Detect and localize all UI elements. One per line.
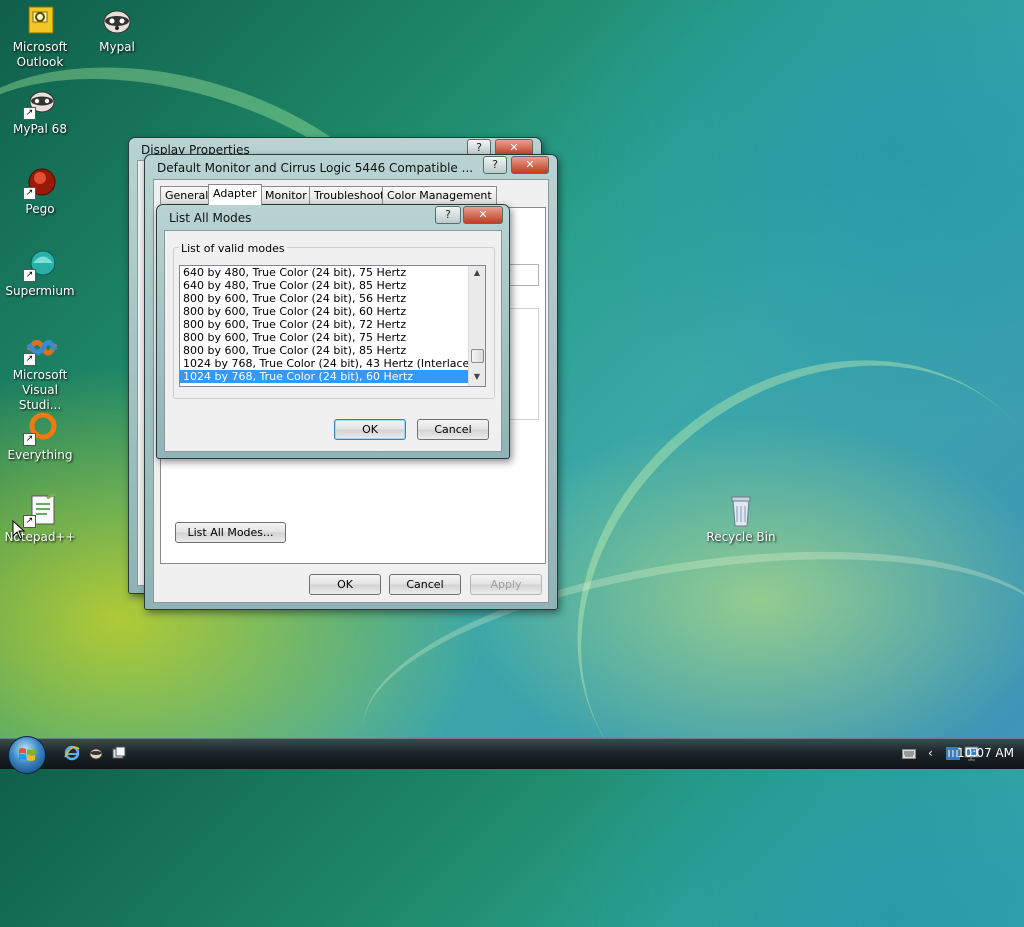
windows-logo-icon — [19, 748, 35, 761]
cancel-button[interactable]: Cancel — [417, 419, 489, 440]
cancel-button[interactable]: Cancel — [389, 574, 461, 595]
desktop-icon-microsoft-outlook[interactable]: Microsoft Outlook — [0, 4, 80, 70]
desktop-icon-mypal[interactable]: Mypal — [77, 4, 157, 55]
desktop-icon-pego[interactable]: ↗ Pego — [0, 166, 80, 217]
list-item[interactable]: 800 by 600, True Color (24 bit), 72 Hert… — [180, 318, 485, 331]
help-button[interactable]: ? — [483, 156, 507, 174]
switch-windows-icon[interactable] — [111, 745, 127, 761]
list-item[interactable]: 800 by 600, True Color (24 bit), 60 Hert… — [180, 305, 485, 318]
show-hidden-chevron-icon[interactable]: ‹ — [928, 746, 933, 760]
tab-color-management[interactable]: Color Management — [382, 186, 497, 204]
desktop-icon-supermium[interactable]: ↗ Supermium — [0, 248, 80, 299]
vertical-scrollbar[interactable]: ▲ ▼ — [468, 266, 485, 386]
dialog-title: List All Modes — [169, 211, 252, 225]
tab-troubleshoot[interactable]: Troubleshoot — [309, 186, 390, 204]
mypal68-icon: ↗ — [23, 86, 57, 120]
keyboard-icon[interactable] — [902, 749, 916, 759]
adapter-info-box — [507, 264, 539, 286]
close-button[interactable]: ✕ — [463, 206, 503, 224]
adapter-info-group — [507, 308, 539, 420]
notepad-plus-plus-icon: ↗ — [23, 492, 57, 528]
desktop-icon-label: Everything — [7, 448, 73, 462]
pego-icon: ↗ — [23, 166, 57, 200]
valid-modes-listbox[interactable]: 640 by 480, True Color (24 bit), 75 Hert… — [179, 265, 486, 387]
apply-button[interactable]: Apply — [470, 574, 542, 595]
internet-explorer-icon[interactable] — [64, 745, 80, 761]
shortcut-arrow-icon: ↗ — [23, 353, 36, 366]
list-all-modes-dialog: List All Modes ? ✕ List of valid modes 6… — [156, 204, 510, 459]
desktop-icon-label: Mypal — [99, 40, 135, 54]
shortcut-arrow-icon: ↗ — [23, 187, 36, 200]
list-item[interactable]: 640 by 480, True Color (24 bit), 75 Hert… — [180, 266, 485, 279]
taskbar: ‹ 10:07 AM — [0, 736, 1024, 774]
desktop-icon-label: Recycle Bin — [706, 530, 776, 544]
scroll-thumb[interactable] — [471, 349, 484, 363]
list-item-selected[interactable]: 1024 by 768, True Color (24 bit), 60 Her… — [180, 370, 485, 383]
help-button[interactable]: ? — [435, 206, 461, 224]
desktop-icon-label: Supermium — [5, 284, 75, 298]
mouse-cursor-icon — [12, 520, 26, 540]
shortcut-arrow-icon: ↗ — [23, 433, 36, 446]
desktop-icon-everything[interactable]: ↗ Everything — [0, 412, 80, 463]
mypal-icon[interactable] — [88, 745, 104, 761]
mode-list: 640 by 480, True Color (24 bit), 75 Hert… — [180, 266, 485, 383]
scroll-up-arrow-icon[interactable]: ▲ — [469, 266, 485, 280]
list-item[interactable]: 640 by 480, True Color (24 bit), 85 Hert… — [180, 279, 485, 292]
desktop-icon-visual-studio[interactable]: ↗ Microsoft Visual Studi... — [0, 332, 80, 413]
desktop-icon-recycle-bin[interactable]: Recycle Bin — [701, 494, 781, 545]
desktop-icon-label: MyPal 68 — [13, 122, 67, 136]
shortcut-arrow-icon: ↗ — [23, 269, 36, 282]
window-title: Default Monitor and Cirrus Logic 5446 Co… — [157, 161, 474, 175]
list-item[interactable]: 800 by 600, True Color (24 bit), 85 Hert… — [180, 344, 485, 357]
shortcut-arrow-icon: ↗ — [23, 107, 36, 120]
desktop-icon-label: Microsoft Outlook — [12, 40, 68, 69]
start-button[interactable] — [8, 736, 46, 774]
system-tray: ‹ 10:07 AM — [874, 739, 1024, 769]
list-item[interactable]: 1024 by 768, True Color (24 bit), 43 Her… — [180, 357, 485, 370]
recycle-bin-icon — [724, 494, 758, 528]
list-item[interactable]: 800 by 600, True Color (24 bit), 56 Hert… — [180, 292, 485, 305]
clock[interactable]: 10:07 AM — [957, 746, 1014, 760]
list-all-modes-client: List of valid modes 640 by 480, True Col… — [164, 230, 502, 452]
list-all-modes-button[interactable]: List All Modes... — [175, 522, 286, 543]
wallpaper-streak — [482, 263, 1024, 927]
desktop-icon-mypal-68[interactable]: ↗ MyPal 68 — [0, 86, 80, 137]
tab-general[interactable]: General — [160, 186, 214, 204]
tab-monitor[interactable]: Monitor — [260, 186, 312, 204]
visual-studio-icon: ↗ — [23, 332, 58, 366]
ok-button[interactable]: OK — [309, 574, 381, 595]
mypal-icon — [100, 4, 134, 38]
close-button[interactable]: ✕ — [511, 156, 549, 174]
list-item[interactable]: 800 by 600, True Color (24 bit), 75 Hert… — [180, 331, 485, 344]
tab-adapter[interactable]: Adapter — [208, 184, 262, 205]
supermium-icon: ↗ — [23, 248, 57, 282]
desktop-icon-label: Pego — [25, 202, 55, 216]
desktop-icon-label: Microsoft Visual Studi... — [12, 368, 68, 412]
ok-button[interactable]: OK — [334, 419, 406, 440]
outlook-icon — [23, 4, 57, 38]
everything-icon: ↗ — [23, 412, 57, 446]
valid-modes-label: List of valid modes — [179, 242, 287, 255]
scroll-down-arrow-icon[interactable]: ▼ — [469, 370, 485, 384]
